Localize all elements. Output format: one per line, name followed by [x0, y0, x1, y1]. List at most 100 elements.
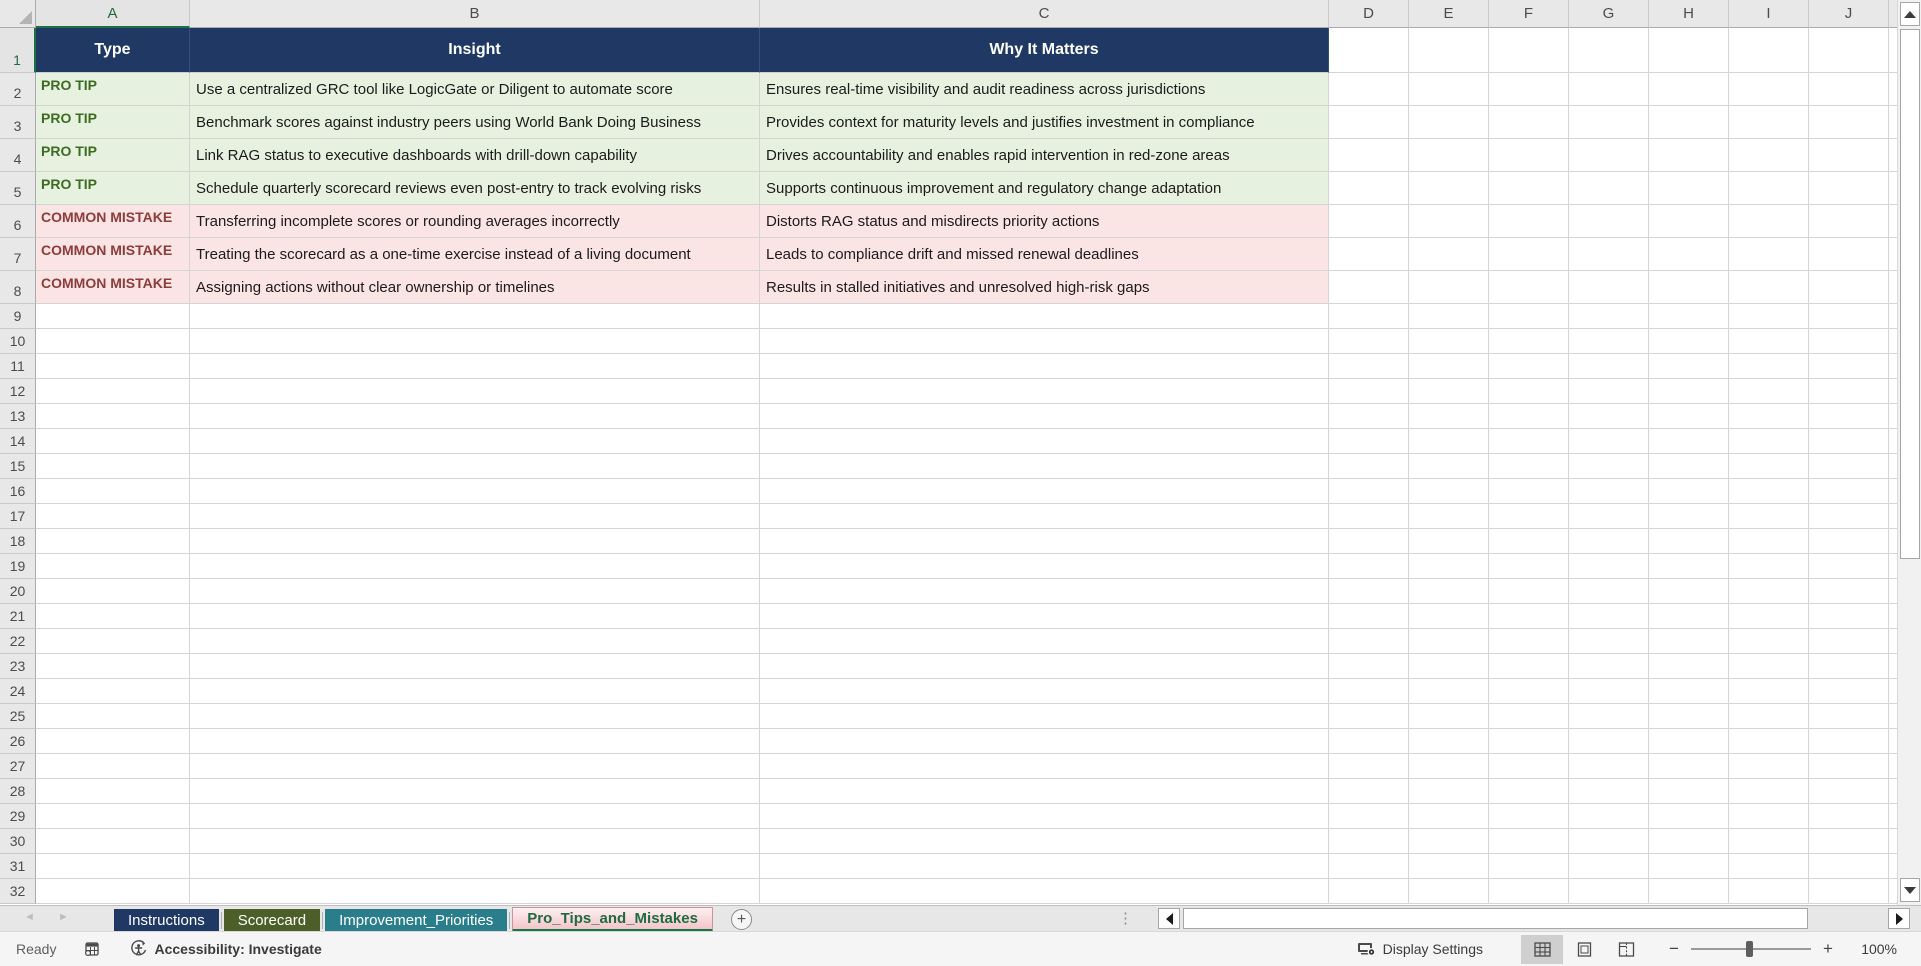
row-header-32[interactable]: 32 — [0, 879, 36, 904]
cell-J4[interactable] — [1809, 139, 1889, 172]
cell-H27[interactable] — [1649, 754, 1729, 779]
cell-G13[interactable] — [1569, 404, 1649, 429]
cell-E31[interactable] — [1409, 854, 1489, 879]
cell-B18[interactable] — [190, 529, 760, 554]
cell-I1[interactable] — [1729, 28, 1809, 73]
cell-H9[interactable] — [1649, 304, 1729, 329]
cell-I14[interactable] — [1729, 429, 1809, 454]
cell-G15[interactable] — [1569, 454, 1649, 479]
cell-A15[interactable] — [36, 454, 190, 479]
cell-I27[interactable] — [1729, 754, 1809, 779]
row-header-25[interactable]: 25 — [0, 704, 36, 729]
display-settings-button[interactable]: Display Settings — [1357, 941, 1483, 957]
cell-D23[interactable] — [1329, 654, 1409, 679]
cell-G22[interactable] — [1569, 629, 1649, 654]
cell-F14[interactable] — [1489, 429, 1569, 454]
cell-I16[interactable] — [1729, 479, 1809, 504]
row-header-24[interactable]: 24 — [0, 679, 36, 704]
vertical-scrollbar-thumb[interactable] — [1900, 29, 1920, 559]
row-header-19[interactable]: 19 — [0, 554, 36, 579]
row-header-10[interactable]: 10 — [0, 329, 36, 354]
cell-E16[interactable] — [1409, 479, 1489, 504]
cell-J24[interactable] — [1809, 679, 1889, 704]
row-header-31[interactable]: 31 — [0, 854, 36, 879]
cell-J20[interactable] — [1809, 579, 1889, 604]
cell-A24[interactable] — [36, 679, 190, 704]
cell-D26[interactable] — [1329, 729, 1409, 754]
row-header-27[interactable]: 27 — [0, 754, 36, 779]
scroll-left-button[interactable] — [1158, 908, 1180, 929]
cell-E26[interactable] — [1409, 729, 1489, 754]
row-header-20[interactable]: 20 — [0, 579, 36, 604]
cell-J27[interactable] — [1809, 754, 1889, 779]
cell-C5[interactable]: Supports continuous improvement and regu… — [760, 172, 1329, 205]
cell-F8[interactable] — [1489, 271, 1569, 304]
accessibility-checker-icon[interactable] — [130, 940, 148, 958]
cell-E4[interactable] — [1409, 139, 1489, 172]
cell-B20[interactable] — [190, 579, 760, 604]
cell-B28[interactable] — [190, 779, 760, 804]
cell-D16[interactable] — [1329, 479, 1409, 504]
cell-C12[interactable] — [760, 379, 1329, 404]
cell-H2[interactable] — [1649, 73, 1729, 106]
cell-H17[interactable] — [1649, 504, 1729, 529]
cell-H21[interactable] — [1649, 604, 1729, 629]
sheet-tab-instructions[interactable]: Instructions — [114, 909, 219, 932]
cell-F22[interactable] — [1489, 629, 1569, 654]
cell-B4[interactable]: Link RAG status to executive dashboards … — [190, 139, 760, 172]
cell-C26[interactable] — [760, 729, 1329, 754]
cell-H8[interactable] — [1649, 271, 1729, 304]
cell-C13[interactable] — [760, 404, 1329, 429]
cell-C15[interactable] — [760, 454, 1329, 479]
cell-B32[interactable] — [190, 879, 760, 904]
cell-C3[interactable]: Provides context for maturity levels and… — [760, 106, 1329, 139]
cell-F30[interactable] — [1489, 829, 1569, 854]
cell-I25[interactable] — [1729, 704, 1809, 729]
cell-B23[interactable] — [190, 654, 760, 679]
cell-J6[interactable] — [1809, 205, 1889, 238]
cell-A4[interactable]: PRO TIP — [36, 139, 190, 172]
cell-H11[interactable] — [1649, 354, 1729, 379]
cell-I29[interactable] — [1729, 804, 1809, 829]
cell-F2[interactable] — [1489, 73, 1569, 106]
cell-I23[interactable] — [1729, 654, 1809, 679]
cell-F13[interactable] — [1489, 404, 1569, 429]
cell-H18[interactable] — [1649, 529, 1729, 554]
cell-I28[interactable] — [1729, 779, 1809, 804]
cell-J2[interactable] — [1809, 73, 1889, 106]
cell-I11[interactable] — [1729, 354, 1809, 379]
cell-G17[interactable] — [1569, 504, 1649, 529]
column-header-F[interactable]: F — [1489, 0, 1569, 28]
cell-E3[interactable] — [1409, 106, 1489, 139]
cell-J8[interactable] — [1809, 271, 1889, 304]
cell-B8[interactable]: Assigning actions without clear ownershi… — [190, 271, 760, 304]
tab-scroll-grip-icon[interactable]: ⋮ — [1118, 909, 1133, 927]
cell-B25[interactable] — [190, 704, 760, 729]
row-header-11[interactable]: 11 — [0, 354, 36, 379]
horizontal-scrollbar[interactable] — [1158, 908, 1914, 929]
cell-D12[interactable] — [1329, 379, 1409, 404]
cell-J11[interactable] — [1809, 354, 1889, 379]
cell-A21[interactable] — [36, 604, 190, 629]
cell-C25[interactable] — [760, 704, 1329, 729]
cell-I9[interactable] — [1729, 304, 1809, 329]
cell-A8[interactable]: COMMON MISTAKE — [36, 271, 190, 304]
cell-A9[interactable] — [36, 304, 190, 329]
cell-F27[interactable] — [1489, 754, 1569, 779]
row-header-26[interactable]: 26 — [0, 729, 36, 754]
cell-F21[interactable] — [1489, 604, 1569, 629]
row-header-15[interactable]: 15 — [0, 454, 36, 479]
cell-H5[interactable] — [1649, 172, 1729, 205]
cell-B9[interactable] — [190, 304, 760, 329]
cell-H24[interactable] — [1649, 679, 1729, 704]
row-header-23[interactable]: 23 — [0, 654, 36, 679]
cell-H10[interactable] — [1649, 329, 1729, 354]
cell-F1[interactable] — [1489, 28, 1569, 73]
sheet-tab-improvement_priorities[interactable]: Improvement_Priorities — [325, 909, 507, 932]
cell-F11[interactable] — [1489, 354, 1569, 379]
cell-F6[interactable] — [1489, 205, 1569, 238]
cell-H7[interactable] — [1649, 238, 1729, 271]
cell-D7[interactable] — [1329, 238, 1409, 271]
cell-J26[interactable] — [1809, 729, 1889, 754]
cell-B29[interactable] — [190, 804, 760, 829]
